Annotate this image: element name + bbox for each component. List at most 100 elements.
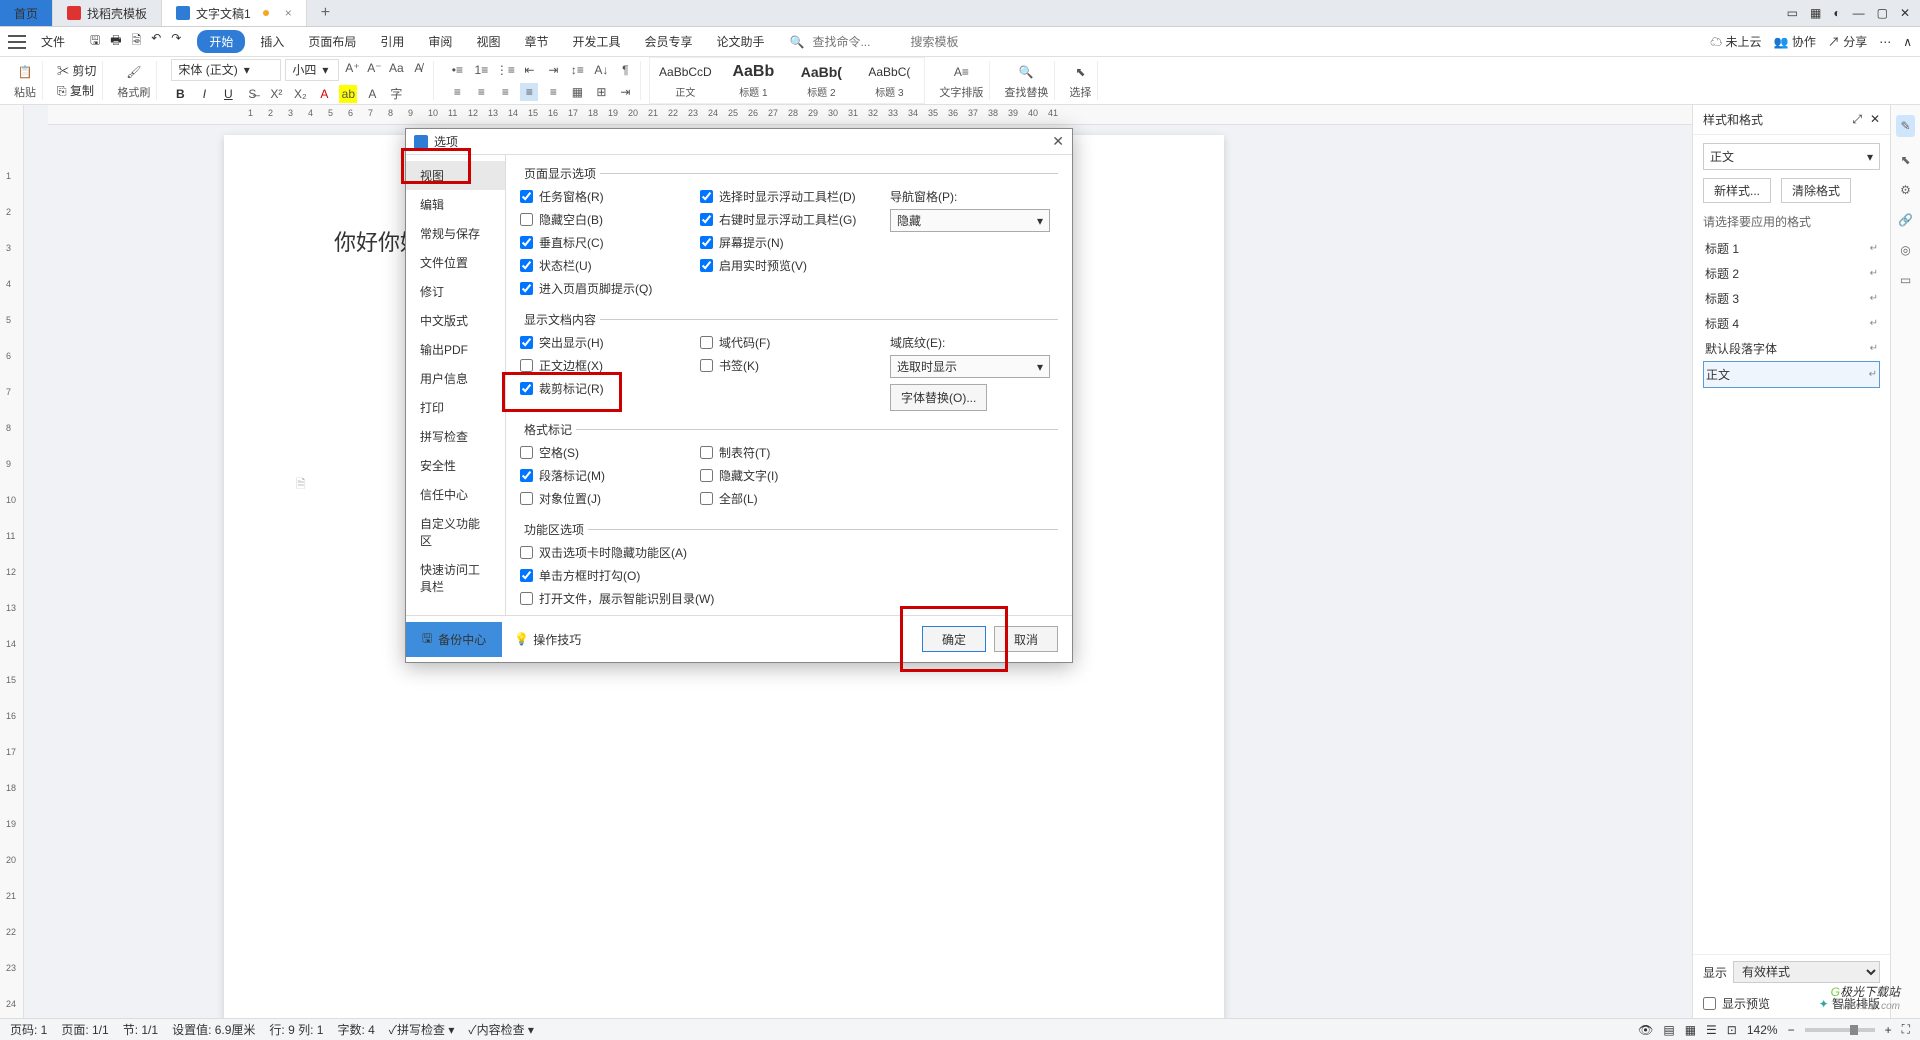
tab-insert[interactable]: 插入 — [251, 29, 293, 54]
settings-icon[interactable]: ⚙ — [1900, 183, 1911, 197]
user-avatar-icon[interactable]: ◐ — [1833, 6, 1840, 20]
char-border-icon[interactable]: A — [363, 85, 381, 103]
style-list-item[interactable]: 默认段落字体↵ — [1703, 336, 1880, 361]
style-list-item[interactable]: 正文↵ — [1703, 361, 1880, 388]
layout-icon[interactable]: ▭ — [1787, 6, 1798, 20]
style-h3[interactable]: AaBbC(标题 3 — [856, 60, 922, 101]
font-size-select[interactable]: 小四▾ — [285, 59, 339, 81]
collapse-ribbon-icon[interactable]: ∧ — [1903, 35, 1912, 49]
bullets-icon[interactable]: •≡ — [448, 61, 466, 79]
underline-icon[interactable]: U — [219, 85, 237, 103]
align-right-icon[interactable]: ≡ — [496, 83, 514, 101]
option-checkbox[interactable]: 对象位置(J) — [520, 490, 700, 507]
fit-width-icon[interactable]: ⊡ — [1727, 1023, 1737, 1037]
dialog-nav-item[interactable]: 输出PDF — [406, 335, 505, 364]
dialog-close-icon[interactable]: ✕ — [1052, 133, 1064, 150]
cursor-icon[interactable]: ⬉ — [1900, 153, 1910, 167]
status-line-col[interactable]: 行: 9 列: 1 — [269, 1021, 323, 1038]
print-icon[interactable]: 🗟 — [132, 31, 142, 52]
multilevel-icon[interactable]: ⋮≡ — [496, 61, 514, 79]
style-list-item[interactable]: 标题 1↵ — [1703, 236, 1880, 261]
grow-font-icon[interactable]: A⁺ — [343, 59, 361, 77]
option-checkbox[interactable]: 单击方框时打勾(O) — [520, 567, 900, 584]
option-checkbox[interactable]: 制表符(T) — [700, 444, 880, 461]
view-print-icon[interactable]: ▤ — [1663, 1023, 1674, 1037]
tab-view[interactable]: 视图 — [467, 29, 509, 54]
dialog-nav-item[interactable]: 安全性 — [406, 451, 505, 480]
option-checkbox[interactable]: 全部(L) — [700, 490, 880, 507]
tab-thesis[interactable]: 论文助手 — [708, 29, 774, 54]
bold-icon[interactable]: B — [171, 85, 189, 103]
phonetic-icon[interactable]: 字 — [387, 85, 405, 103]
superscript-icon[interactable]: X² — [267, 85, 285, 103]
shade-select[interactable]: 选取时显示▾ — [890, 355, 1050, 378]
style-h2[interactable]: AaBb(标题 2 — [788, 60, 854, 101]
option-checkbox[interactable]: 任务窗格(R) — [520, 188, 700, 205]
new-style-button[interactable]: 新样式... — [1703, 178, 1771, 203]
dialog-nav-item[interactable]: 信任中心 — [406, 480, 505, 509]
option-checkbox[interactable]: 隐藏文字(I) — [700, 467, 880, 484]
cut-button[interactable]: ✂ 剪切 — [57, 62, 96, 79]
style-gallery[interactable]: AaBbCcD正文 AaBb标题 1 AaBb(标题 2 AaBbC(标题 3 — [649, 57, 925, 104]
new-tab-button[interactable]: + — [307, 0, 344, 26]
dialog-nav-item[interactable]: 快速访问工具栏 — [406, 555, 505, 601]
tips-link[interactable]: 💡操作技巧 — [502, 624, 593, 655]
style-normal[interactable]: AaBbCcD正文 — [652, 60, 718, 101]
dialog-nav-item[interactable]: 用户信息 — [406, 364, 505, 393]
paste-icon[interactable]: 📋 — [15, 62, 35, 82]
status-spellcheck[interactable]: ✓拼写检查 ▾ — [389, 1021, 455, 1038]
tab-member[interactable]: 会员专享 — [635, 29, 701, 54]
option-checkbox[interactable]: 突出显示(H) — [520, 334, 700, 351]
zoom-slider[interactable] — [1805, 1028, 1875, 1032]
navpane-select[interactable]: 隐藏▾ — [890, 209, 1050, 232]
status-section[interactable]: 节: 1/1 — [123, 1021, 158, 1038]
shrink-font-icon[interactable]: A⁻ — [365, 59, 383, 77]
dialog-nav-item[interactable]: 中文版式 — [406, 306, 505, 335]
font-replace-button[interactable]: 字体替换(O)... — [890, 384, 987, 411]
chevron-down-icon[interactable]: ⋯ — [1879, 35, 1891, 49]
option-checkbox[interactable]: 状态栏(U) — [520, 257, 700, 274]
option-checkbox[interactable]: 裁剪标记(R) — [520, 380, 700, 397]
minimize-icon[interactable]: — — [1853, 6, 1865, 20]
font-color-icon[interactable]: A — [315, 85, 333, 103]
undo-icon[interactable]: ↶ — [151, 31, 161, 52]
dialog-nav-item[interactable]: 拼写检查 — [406, 422, 505, 451]
dialog-nav-item[interactable]: 视图 — [406, 161, 505, 190]
option-checkbox[interactable]: 启用实时预览(V) — [700, 257, 880, 274]
dialog-titlebar[interactable]: 选项 ✕ — [406, 129, 1072, 155]
tabs-icon[interactable]: ⇥ — [616, 83, 634, 101]
text-layout-icon[interactable]: A≡ — [951, 62, 971, 82]
link-icon[interactable]: 🔗 — [1898, 213, 1913, 227]
change-case-icon[interactable]: Aa — [387, 59, 405, 77]
clear-format-icon[interactable]: A̸ — [409, 59, 427, 77]
borders-icon[interactable]: ⊞ — [592, 83, 610, 101]
status-page-number[interactable]: 页码: 1 — [10, 1021, 47, 1038]
close-window-icon[interactable]: ✕ — [1900, 6, 1910, 20]
tab-devtools[interactable]: 开发工具 — [563, 29, 629, 54]
align-dist-icon[interactable]: ≡ — [544, 83, 562, 101]
option-checkbox[interactable]: 隐藏空白(B) — [520, 211, 700, 228]
option-checkbox[interactable]: 段落标记(M) — [520, 467, 700, 484]
align-center-icon[interactable]: ≡ — [472, 83, 490, 101]
strike-icon[interactable]: S̶ — [243, 85, 261, 103]
option-checkbox[interactable]: 书签(K) — [700, 357, 880, 374]
zoom-in-icon[interactable]: + — [1885, 1023, 1892, 1037]
horizontal-ruler[interactable]: 1234567891011121314151617181920212223242… — [48, 105, 1692, 125]
option-checkbox[interactable]: 进入页眉页脚提示(Q) — [520, 280, 700, 297]
save-icon[interactable]: 🖫 — [90, 31, 100, 52]
tab-chapter[interactable]: 章节 — [515, 29, 557, 54]
option-checkbox[interactable]: 右键时显示浮动工具栏(G) — [700, 211, 880, 228]
style-h1[interactable]: AaBb标题 1 — [720, 60, 786, 101]
dialog-nav-item[interactable]: 编辑 — [406, 190, 505, 219]
tab-home[interactable]: 首页 — [0, 0, 53, 26]
dialog-nav-item[interactable]: 修订 — [406, 277, 505, 306]
shading-icon[interactable]: ▦ — [568, 83, 586, 101]
zoom-out-icon[interactable]: − — [1788, 1023, 1795, 1037]
numbering-icon[interactable]: 1≡ — [472, 61, 490, 79]
option-checkbox[interactable]: 屏幕提示(N) — [700, 234, 880, 251]
tab-reference[interactable]: 引用 — [371, 29, 413, 54]
option-checkbox[interactable]: 空格(S) — [520, 444, 700, 461]
tab-start[interactable]: 开始 — [197, 30, 245, 53]
share-button[interactable]: ↗ 分享 — [1828, 33, 1867, 50]
format-painter-icon[interactable]: 🖌 — [124, 62, 144, 82]
